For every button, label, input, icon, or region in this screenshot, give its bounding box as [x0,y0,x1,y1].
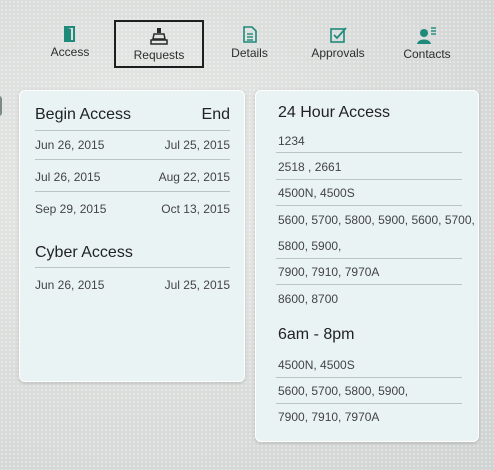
access-row: Jul 26, 2015 Aug 22, 2015 [35,170,230,184]
end-column-title: End [201,106,230,123]
divider [276,377,462,378]
building-list-item: 4500N, 4500S [278,358,355,372]
document-icon [212,26,287,43]
tab-approvals[interactable]: Approvals [300,20,376,68]
tab-approvals-label: Approvals [311,46,365,60]
building-list-item: 5800, 5900, [278,239,342,253]
begin-access-header: Begin Access End [35,106,230,124]
begin-date: Jun 26, 2015 [35,278,105,292]
building-list-item: 7900, 7910, 7970A [278,410,380,424]
divider [276,179,462,180]
tab-requests-label: Requests [133,48,185,62]
end-date: Oct 13, 2015 [161,202,230,216]
end-date: Jul 25, 2015 [164,138,230,152]
divider [35,191,230,192]
building-list-item: 7900, 7910, 7970A [278,265,380,279]
divider [276,284,462,285]
divider [276,152,462,153]
end-date: Aug 22, 2015 [158,170,230,184]
divider [35,159,230,160]
cyber-access-title: Cyber Access [35,244,133,261]
building-list-item: 1234 [278,134,305,148]
divider [276,205,462,206]
begin-date: Jun 26, 2015 [35,138,105,152]
side-drawer-handle[interactable] [0,96,2,116]
divider [35,130,230,131]
tab-access[interactable]: Access [30,20,110,68]
tab-details[interactable]: Details [212,20,287,68]
tab-details-label: Details [231,46,268,60]
tab-access-label: Access [50,45,90,59]
begin-date: Jul 26, 2015 [35,170,101,184]
door-icon [30,26,110,42]
contact-person-icon [392,26,462,44]
tab-contacts[interactable]: Contacts [392,20,462,68]
checkbox-icon [300,26,376,43]
end-date: Jul 25, 2015 [164,278,230,292]
cyber-access-row: Jun 26, 2015 Jul 25, 2015 [35,278,230,292]
cyber-access-header: Cyber Access [35,244,230,262]
tab-bar: Access Requests Details Approvals Contac… [0,0,494,76]
access-dates-card: Begin Access End Jun 26, 2015 Jul 25, 20… [19,90,245,382]
building-list-item: 4500N, 4500S [278,186,355,200]
daytime-access-title: 6am - 8pm [278,326,355,343]
begin-date: Sep 29, 2015 [35,202,107,216]
tab-requests[interactable]: Requests [114,20,204,68]
clipboard-stamp-icon [116,28,202,45]
divider [276,403,462,404]
divider [276,258,462,259]
hour24-access-title: 24 Hour Access [278,104,391,121]
building-list-item: 5600, 5700, 5800, 5900, 5600, 5700, [278,213,475,227]
tab-contacts-label: Contacts [403,47,451,61]
building-list-item: 2518 , 2661 [278,160,342,174]
divider [35,267,230,268]
access-row: Sep 29, 2015 Oct 13, 2015 [35,202,230,216]
access-row: Jun 26, 2015 Jul 25, 2015 [35,138,230,152]
building-list-item: 8600, 8700 [278,292,339,306]
building-list-item: 5600, 5700, 5800, 5900, [278,384,409,398]
begin-access-title: Begin Access [35,106,132,123]
